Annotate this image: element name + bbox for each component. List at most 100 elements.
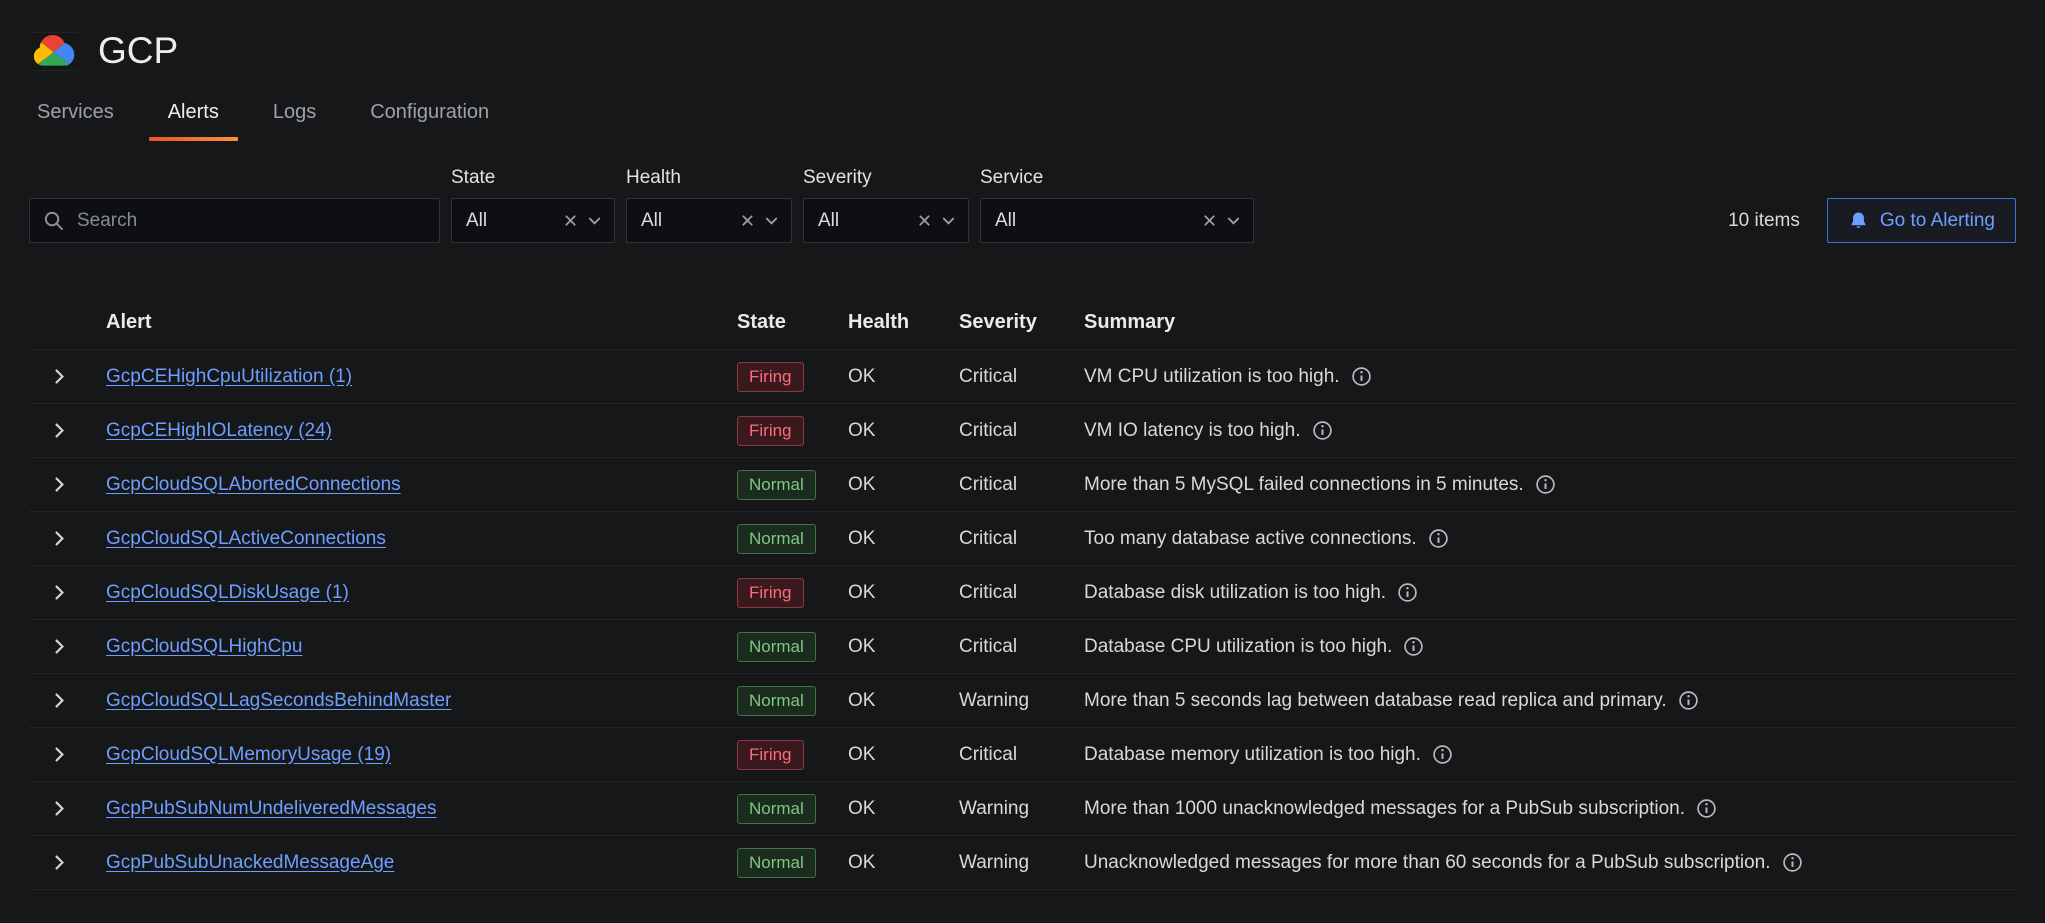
info-icon[interactable] xyxy=(1782,852,1803,873)
health-value: OK xyxy=(848,528,959,550)
chevron-right-icon xyxy=(50,799,69,818)
page-title: GCP xyxy=(98,30,178,72)
tab-services[interactable]: Services xyxy=(16,86,135,141)
severity-filter-select[interactable]: All xyxy=(803,198,969,243)
service-filter-label: Service xyxy=(980,167,1254,189)
alert-link[interactable]: GcpCloudSQLMemoryUsage (19) xyxy=(106,744,391,765)
summary-text: VM IO latency is too high. xyxy=(1084,420,1301,442)
search-input[interactable] xyxy=(29,198,440,243)
service-filter: Service All xyxy=(980,167,1254,243)
state-badge: Normal xyxy=(737,794,816,824)
row-expander-button[interactable] xyxy=(50,583,69,602)
alert-link[interactable]: GcpPubSubNumUndeliveredMessages xyxy=(106,798,437,819)
alert-link[interactable]: GcpCloudSQLAbortedConnections xyxy=(106,474,401,495)
alert-link[interactable]: GcpPubSubUnackedMessageAge xyxy=(106,852,394,873)
health-value: OK xyxy=(848,366,959,388)
tab-alerts[interactable]: Alerts xyxy=(147,86,240,141)
alert-link[interactable]: GcpCEHighIOLatency (24) xyxy=(106,420,332,441)
severity-value: Critical xyxy=(959,366,1084,388)
info-icon[interactable] xyxy=(1351,366,1372,387)
filter-bar: State All Health All xyxy=(0,141,2045,243)
state-badge: Firing xyxy=(737,578,804,608)
row-expander-button[interactable] xyxy=(50,691,69,710)
severity-value: Critical xyxy=(959,474,1084,496)
table-row: GcpCloudSQLHighCpu Normal OK Critical Da… xyxy=(29,620,2016,674)
chevron-down-icon[interactable] xyxy=(941,213,956,228)
gcp-monitoring-page: GCP Services Alerts Logs Configuration S… xyxy=(0,0,2045,890)
go-to-alerting-label: Go to Alerting xyxy=(1880,210,1995,232)
tab-logs[interactable]: Logs xyxy=(252,86,337,141)
row-expander-button[interactable] xyxy=(50,367,69,386)
clear-icon[interactable] xyxy=(740,213,755,228)
state-filter-select[interactable]: All xyxy=(451,198,615,243)
alert-link[interactable]: GcpCloudSQLDiskUsage (1) xyxy=(106,582,349,603)
state-badge: Normal xyxy=(737,470,816,500)
chevron-down-icon[interactable] xyxy=(764,213,779,228)
clear-icon[interactable] xyxy=(1202,213,1217,228)
info-icon[interactable] xyxy=(1428,528,1449,549)
info-icon[interactable] xyxy=(1397,582,1418,603)
health-value: OK xyxy=(848,690,959,712)
clear-icon[interactable] xyxy=(917,213,932,228)
state-badge: Normal xyxy=(737,686,816,716)
gcp-logo xyxy=(29,32,78,71)
chevron-down-icon[interactable] xyxy=(587,213,602,228)
row-expander-button[interactable] xyxy=(50,529,69,548)
row-expander-button[interactable] xyxy=(50,745,69,764)
chevron-down-icon[interactable] xyxy=(1226,213,1241,228)
info-icon[interactable] xyxy=(1403,636,1424,657)
row-expander-button[interactable] xyxy=(50,475,69,494)
state-badge: Normal xyxy=(737,848,816,878)
row-expander-button[interactable] xyxy=(50,637,69,656)
info-icon[interactable] xyxy=(1696,798,1717,819)
column-header-health: Health xyxy=(848,311,959,334)
health-value: OK xyxy=(848,636,959,658)
info-icon[interactable] xyxy=(1678,690,1699,711)
summary-text: Database disk utilization is too high. xyxy=(1084,582,1386,604)
search-box xyxy=(29,198,440,243)
severity-filter-label: Severity xyxy=(803,167,969,189)
table-header-row: Alert State Health Severity Summary xyxy=(29,296,2016,350)
items-count: 10 items xyxy=(1728,210,1800,232)
severity-value: Warning xyxy=(959,852,1084,874)
severity-value: Critical xyxy=(959,420,1084,442)
row-expander-button[interactable] xyxy=(50,853,69,872)
alert-link[interactable]: GcpCEHighCpuUtilization (1) xyxy=(106,366,352,387)
health-value: OK xyxy=(848,852,959,874)
tab-configuration[interactable]: Configuration xyxy=(349,86,510,141)
table-row: GcpCEHighIOLatency (24) Firing OK Critic… xyxy=(29,404,2016,458)
row-expander-button[interactable] xyxy=(50,799,69,818)
health-value: OK xyxy=(848,798,959,820)
table-row: GcpCloudSQLMemoryUsage (19) Firing OK Cr… xyxy=(29,728,2016,782)
column-header-summary: Summary xyxy=(1084,311,2016,334)
chevron-right-icon xyxy=(50,637,69,656)
health-filter-select[interactable]: All xyxy=(626,198,792,243)
chevron-right-icon xyxy=(50,475,69,494)
alert-link[interactable]: GcpCloudSQLHighCpu xyxy=(106,636,302,657)
state-badge: Normal xyxy=(737,632,816,662)
info-icon[interactable] xyxy=(1312,420,1333,441)
severity-value: Critical xyxy=(959,528,1084,550)
alerts-table-body: GcpCEHighCpuUtilization (1) Firing OK Cr… xyxy=(29,350,2016,890)
clear-icon[interactable] xyxy=(563,213,578,228)
table-row: GcpPubSubNumUndeliveredMessages Normal O… xyxy=(29,782,2016,836)
alert-link[interactable]: GcpCloudSQLLagSecondsBehindMaster xyxy=(106,690,451,711)
column-header-severity: Severity xyxy=(959,311,1084,334)
severity-value: Critical xyxy=(959,744,1084,766)
alerts-table: Alert State Health Severity Summary GcpC… xyxy=(29,296,2016,890)
filter-right-group: 10 items Go to Alerting xyxy=(1728,198,2016,243)
info-icon[interactable] xyxy=(1535,474,1556,495)
alert-link[interactable]: GcpCloudSQLActiveConnections xyxy=(106,528,386,549)
service-filter-select[interactable]: All xyxy=(980,198,1254,243)
health-value: OK xyxy=(848,744,959,766)
state-badge: Normal xyxy=(737,524,816,554)
info-icon[interactable] xyxy=(1432,744,1453,765)
summary-text: More than 5 seconds lag between database… xyxy=(1084,690,1667,712)
go-to-alerting-button[interactable]: Go to Alerting xyxy=(1827,198,2016,243)
table-row: GcpCEHighCpuUtilization (1) Firing OK Cr… xyxy=(29,350,2016,404)
summary-text: Too many database active connections. xyxy=(1084,528,1417,550)
health-value: OK xyxy=(848,420,959,442)
health-value: OK xyxy=(848,582,959,604)
chevron-right-icon xyxy=(50,853,69,872)
row-expander-button[interactable] xyxy=(50,421,69,440)
